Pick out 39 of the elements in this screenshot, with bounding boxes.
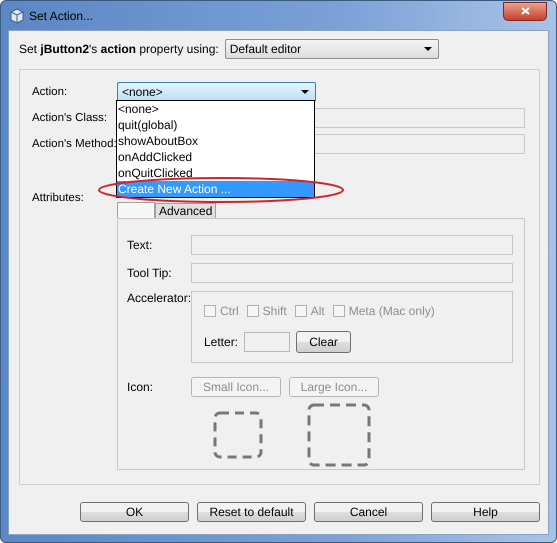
clear-button[interactable]: Clear [296,331,352,353]
cube-icon [10,8,24,24]
dialog-button[interactable]: Cancel [314,502,423,522]
field-label: Action's Class: [32,112,108,124]
input-field[interactable] [191,235,513,255]
dropdown-option[interactable]: onAddClicked [117,149,314,165]
dialog-button[interactable]: Reset to default [197,502,306,522]
checkbox-label: Shift [262,304,287,318]
field-label: Tool Tip: [127,266,173,280]
field-label: Icon: [127,380,154,394]
input-field[interactable] [191,263,513,283]
placeholder-icon [213,411,263,459]
placeholder-icon [307,403,371,467]
tab[interactable] [117,202,155,218]
dialog-button[interactable]: OK [80,502,189,522]
tab[interactable]: Advanced [155,203,216,218]
dialog-button[interactable]: Help [431,502,540,522]
dropdown-option[interactable]: onQuitClicked [117,165,314,181]
checkbox-label: Ctrl [220,304,239,318]
dropdown-option[interactable]: quit(global) [117,117,314,133]
editor-prompt: Set jButton2's action property using: [19,42,219,56]
dropdown-arrow-icon [301,90,309,94]
window-title: Set Action... [29,8,94,22]
field-label: Text: [127,238,154,252]
close-icon [520,7,530,15]
field-label: Letter: [204,335,238,349]
input-field[interactable] [244,332,290,352]
field-label: Action: [32,86,68,98]
dropdown-option[interactable]: showAboutBox [117,133,314,149]
checkbox-label: Alt [310,304,325,318]
dropdown-arrow-icon [424,47,432,51]
close-button[interactable] [503,2,547,20]
action-dropdown[interactable]: <none> [117,82,316,102]
field-label: Attributes: [32,192,85,204]
editor-dropdown[interactable]: Default editor [224,39,439,59]
dropdown-option[interactable]: <none> [117,101,314,117]
field-label: Action's Method: [32,138,117,150]
checkbox-label: Meta (Mac only) [348,304,435,318]
field-label: Accelerator: [127,291,191,305]
